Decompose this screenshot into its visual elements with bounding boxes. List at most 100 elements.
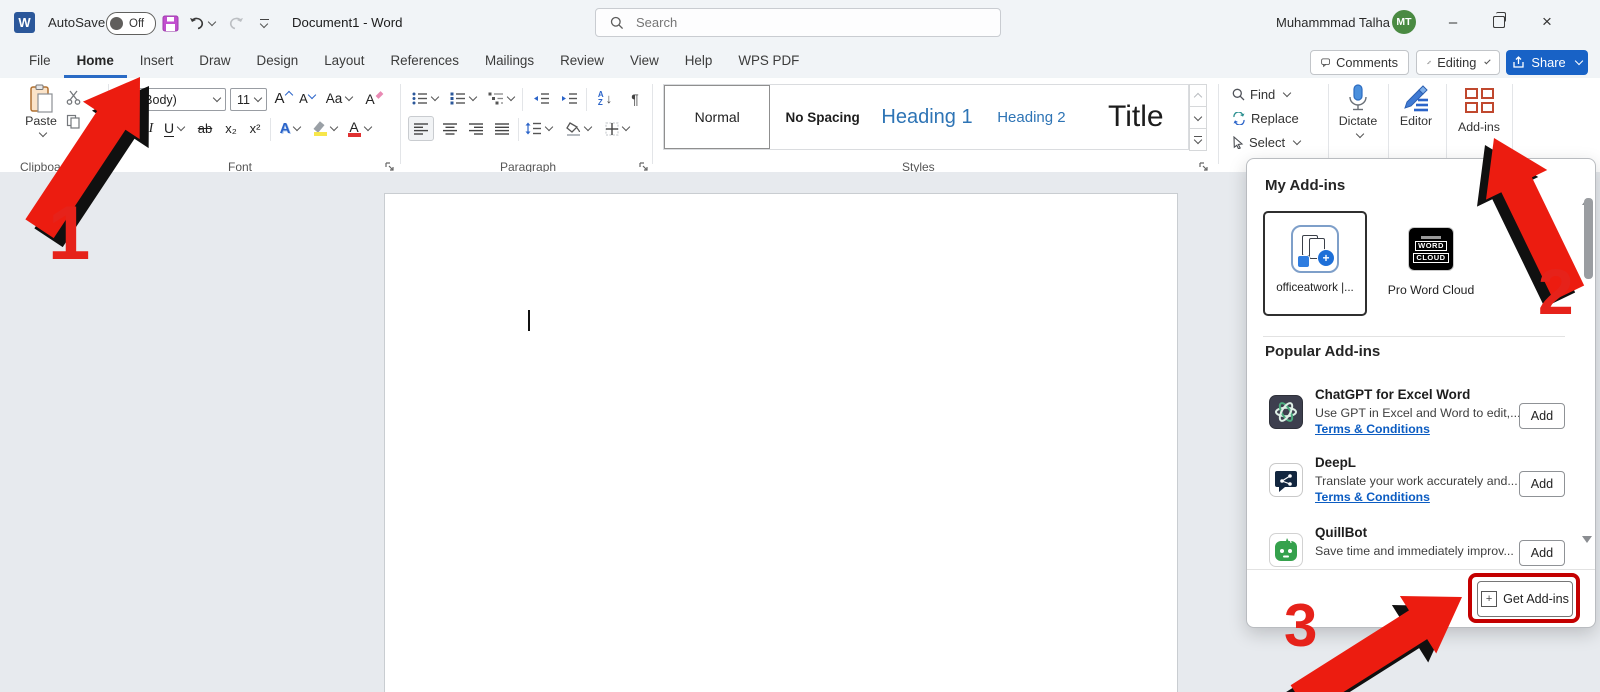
- styles-scroll-up-button[interactable]: [1189, 84, 1207, 107]
- addins-button[interactable]: Add-ins: [1450, 84, 1508, 134]
- clipboard-dialog-launcher-icon[interactable]: [94, 161, 105, 172]
- restore-button[interactable]: [1484, 8, 1514, 36]
- change-case-button[interactable]: Aa: [324, 86, 354, 111]
- clear-formatting-button[interactable]: A: [362, 86, 386, 111]
- tab-home[interactable]: Home: [64, 46, 127, 78]
- superscript-button[interactable]: x²: [244, 116, 266, 141]
- replace-button[interactable]: Replace: [1232, 111, 1299, 126]
- share-button[interactable]: Share: [1506, 50, 1588, 75]
- search-input[interactable]: [634, 14, 938, 31]
- dictate-button[interactable]: Dictate: [1332, 84, 1384, 139]
- chevron-up-icon: [1193, 92, 1203, 101]
- paste-button[interactable]: Paste: [18, 84, 64, 138]
- undo-button[interactable]: [186, 12, 218, 34]
- tab-design[interactable]: Design: [244, 46, 312, 78]
- tab-draw[interactable]: Draw: [186, 46, 243, 78]
- multilevel-list-button[interactable]: [486, 86, 516, 111]
- close-button[interactable]: ×: [1532, 8, 1562, 36]
- tab-view[interactable]: View: [617, 46, 672, 78]
- font-size-combo[interactable]: 11: [230, 88, 267, 111]
- align-center-button[interactable]: [438, 116, 462, 141]
- styles-dialog-launcher-icon[interactable]: [1198, 161, 1209, 172]
- qat-customize-button[interactable]: [252, 12, 276, 34]
- find-button[interactable]: Find: [1232, 87, 1292, 102]
- shrink-font-button[interactable]: A: [296, 86, 318, 111]
- bullet-list-button[interactable]: [410, 86, 440, 111]
- user-name[interactable]: Muhammmad Talha: [1276, 15, 1390, 30]
- tab-review[interactable]: Review: [547, 46, 617, 78]
- align-right-button[interactable]: [464, 116, 488, 141]
- strikethrough-button[interactable]: ab: [192, 116, 218, 141]
- style-heading-2[interactable]: Heading 2: [979, 85, 1083, 149]
- tab-mailings[interactable]: Mailings: [472, 46, 547, 78]
- bold-button[interactable]: B: [120, 116, 140, 141]
- panel-scroll-down-button[interactable]: [1582, 536, 1592, 561]
- autosave-toggle[interactable]: Off: [106, 12, 156, 35]
- tab-help[interactable]: Help: [672, 46, 726, 78]
- editing-label: Editing: [1437, 55, 1477, 70]
- align-left-button[interactable]: [408, 116, 434, 141]
- terms-conditions-link[interactable]: Terms & Conditions: [1315, 490, 1430, 504]
- styles-more-button[interactable]: [1189, 129, 1207, 151]
- highlight-chevron-icon: [329, 122, 338, 132]
- style-normal[interactable]: Normal: [664, 85, 771, 149]
- paragraph-dialog-launcher-icon[interactable]: [638, 161, 649, 172]
- save-button[interactable]: [158, 12, 182, 34]
- tab-wps-pdf[interactable]: WPS PDF: [725, 46, 812, 78]
- addin-tile-label: Pro Word Cloud: [1387, 283, 1475, 297]
- text-effects-icon: A: [279, 120, 291, 137]
- borders-button[interactable]: [600, 116, 634, 141]
- terms-conditions-link[interactable]: Terms & Conditions: [1315, 422, 1430, 436]
- comments-button[interactable]: Comments: [1310, 50, 1409, 75]
- tab-references[interactable]: References: [377, 46, 471, 78]
- font-color-button[interactable]: A: [344, 116, 374, 141]
- avatar[interactable]: MT: [1392, 10, 1416, 34]
- styles-scroll-down-button[interactable]: [1189, 107, 1207, 129]
- document-page[interactable]: [384, 193, 1178, 692]
- shading-button[interactable]: [562, 116, 594, 141]
- add-button-quillbot[interactable]: Add: [1519, 540, 1565, 566]
- underline-button[interactable]: U: [160, 116, 188, 141]
- text-effects-button[interactable]: A: [276, 116, 304, 141]
- justify-button[interactable]: [490, 116, 514, 141]
- get-addins-button[interactable]: + Get Add-ins: [1477, 581, 1573, 617]
- numbered-list-button[interactable]: [448, 86, 478, 111]
- decrease-indent-button[interactable]: [528, 86, 554, 111]
- style-heading-1[interactable]: Heading 1: [875, 85, 979, 149]
- search-box[interactable]: [595, 8, 1001, 37]
- bullet-list-icon: [412, 92, 427, 105]
- add-button-chatgpt[interactable]: Add: [1519, 403, 1565, 429]
- tab-file[interactable]: File: [16, 46, 64, 78]
- editor-button[interactable]: Editor: [1390, 84, 1442, 128]
- addin-tile-pro-word-cloud[interactable]: WORD CLOUD Pro Word Cloud: [1373, 213, 1489, 297]
- font-dialog-launcher-icon[interactable]: [384, 161, 395, 172]
- font-name-combo[interactable]: (Body): [120, 88, 226, 111]
- increase-indent-button[interactable]: [556, 86, 582, 111]
- italic-icon: I: [148, 120, 154, 136]
- grow-font-button[interactable]: A: [272, 86, 294, 111]
- pilcrow-button[interactable]: ¶: [624, 86, 646, 111]
- style-no-spacing[interactable]: No Spacing: [770, 85, 874, 149]
- style-title[interactable]: Title: [1084, 85, 1188, 149]
- highlight-button[interactable]: [310, 116, 340, 141]
- undo-dropdown-chevron-icon[interactable]: [207, 17, 217, 26]
- cut-button[interactable]: [66, 90, 81, 105]
- editing-mode-button[interactable]: Editing: [1416, 50, 1500, 75]
- select-button[interactable]: Select: [1232, 135, 1302, 150]
- panel-scroll-up-button[interactable]: [1582, 181, 1592, 205]
- sort-button[interactable]: AZ ↓: [590, 86, 620, 111]
- autosave-label: AutoSave: [48, 15, 106, 30]
- subscript-button[interactable]: x₂: [220, 116, 242, 141]
- panel-scrollbar-thumb[interactable]: [1584, 198, 1593, 279]
- redo-button[interactable]: [224, 12, 248, 34]
- copy-button[interactable]: [66, 114, 81, 129]
- minimize-button[interactable]: –: [1438, 8, 1468, 36]
- line-spacing-button[interactable]: [522, 116, 554, 141]
- tab-insert[interactable]: Insert: [127, 46, 187, 78]
- addin-tile-officeatwork[interactable]: + officeatwork |...: [1263, 211, 1367, 316]
- italic-button[interactable]: I: [142, 116, 160, 141]
- my-addins-title: My Add-ins: [1265, 177, 1346, 194]
- tab-layout[interactable]: Layout: [311, 46, 377, 78]
- add-button-deepl[interactable]: Add: [1519, 471, 1565, 497]
- find-label: Find: [1250, 87, 1276, 102]
